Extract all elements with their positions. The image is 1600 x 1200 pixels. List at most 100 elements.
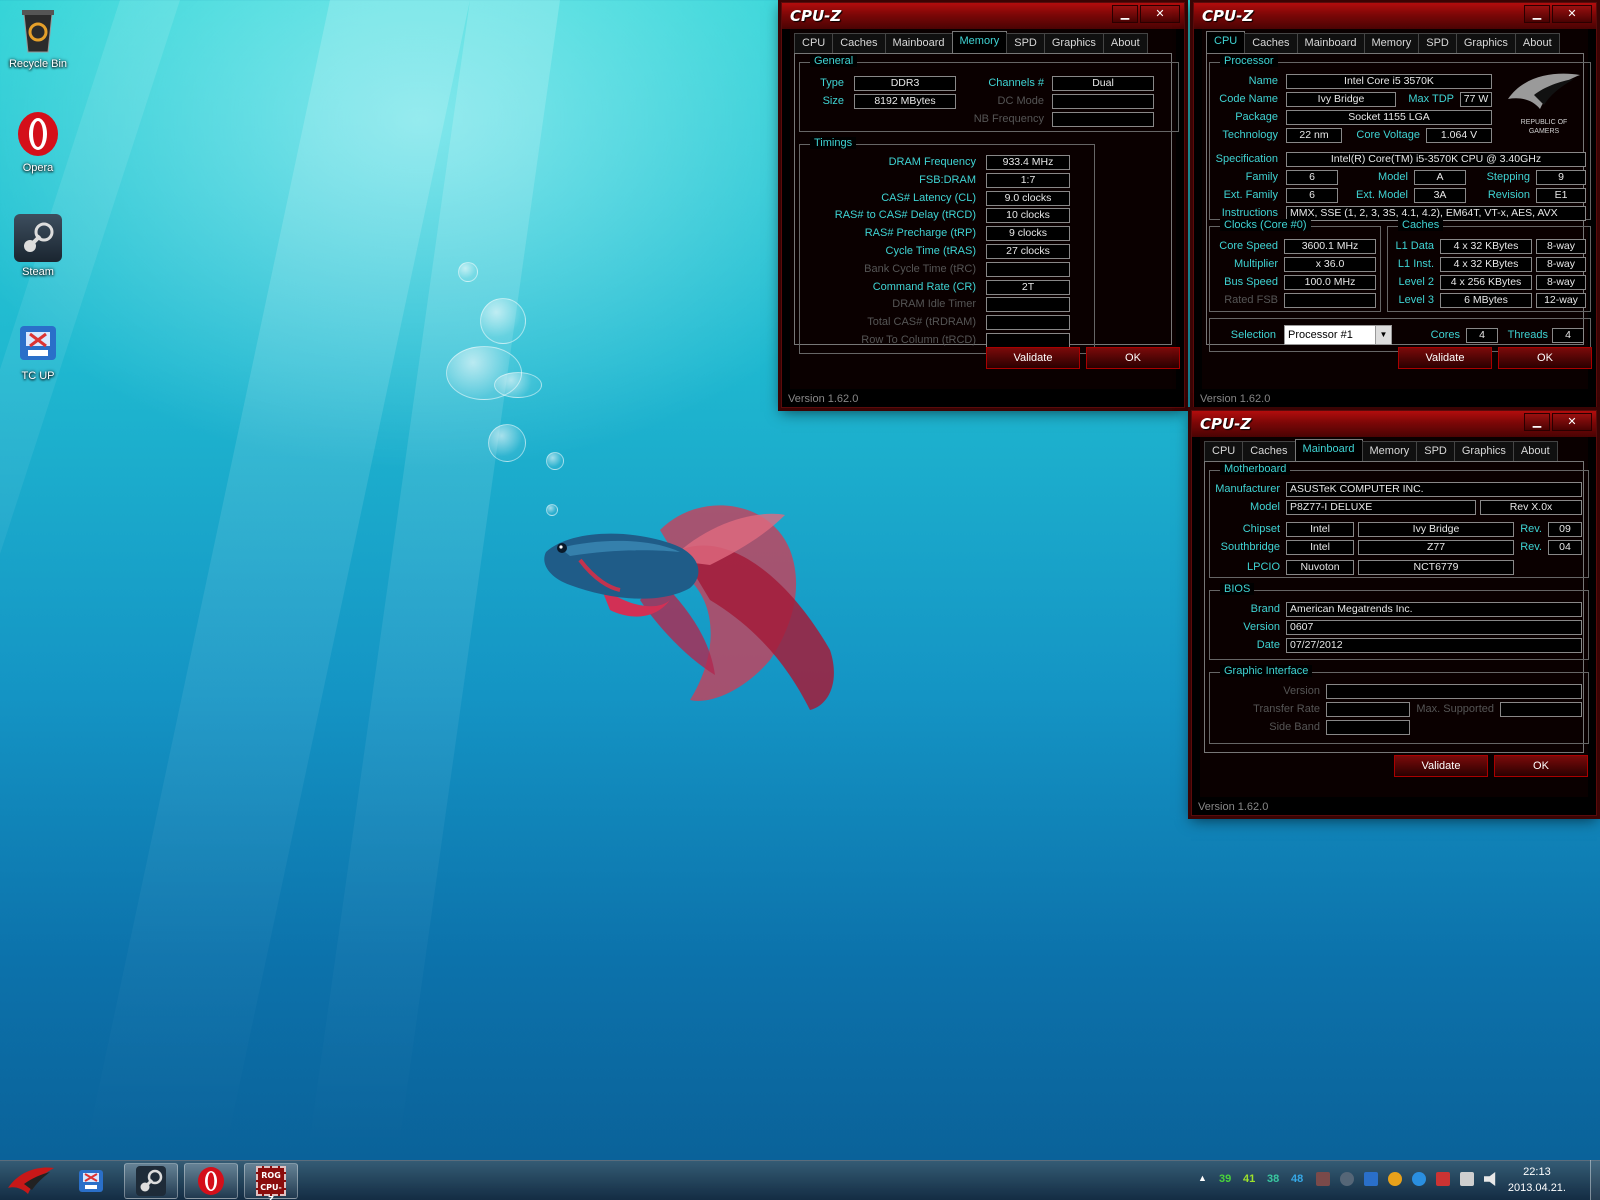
tray-steam-icon[interactable] bbox=[1340, 1172, 1354, 1186]
version-label: Version 1.62.0 bbox=[1200, 393, 1271, 405]
taskbar: ROG CPU-Z bbox=[0, 1160, 1600, 1200]
tray-temp-1[interactable]: 39 bbox=[1219, 1173, 1231, 1185]
tray-expand-icon[interactable]: ▲ bbox=[1198, 1173, 1207, 1183]
desktop-icon-opera[interactable]: Opera bbox=[4, 110, 72, 174]
tray-tc-up-icon[interactable] bbox=[1364, 1172, 1378, 1186]
tab-spd[interactable]: SPD bbox=[1416, 441, 1455, 461]
system-clock[interactable]: 22:13 2013.04.21. bbox=[1508, 1164, 1566, 1196]
group-title: General bbox=[810, 55, 858, 67]
desktop-icon-steam[interactable]: Steam bbox=[4, 214, 72, 278]
validate-button[interactable]: Validate bbox=[1398, 347, 1492, 369]
channels-label: Channels # bbox=[988, 77, 1044, 89]
processor-select[interactable]: Processor #1 ▼ bbox=[1284, 325, 1392, 345]
busspeed-value: 100.0 MHz bbox=[1284, 275, 1376, 290]
family-value: 6 bbox=[1286, 170, 1338, 185]
tray-temp-4[interactable]: 48 bbox=[1291, 1173, 1303, 1185]
l2-way: 8-way bbox=[1536, 275, 1586, 290]
steam-icon bbox=[14, 214, 62, 262]
tab-cpu[interactable]: CPU bbox=[1204, 441, 1244, 461]
desktop-icon-tc-up[interactable]: TC UP bbox=[4, 318, 72, 382]
taskbar-steam[interactable] bbox=[124, 1163, 178, 1199]
tab-bar: CPU Caches Mainboard Memory SPD Graphics… bbox=[1206, 31, 1560, 53]
tab-about[interactable]: About bbox=[1512, 441, 1558, 461]
taskbar-cpu-z[interactable]: ROG CPU-Z bbox=[244, 1163, 298, 1200]
close-button[interactable]: ✕ bbox=[1552, 5, 1592, 23]
group-title: Timings bbox=[810, 137, 857, 149]
close-button[interactable]: ✕ bbox=[1140, 5, 1180, 23]
title-bar[interactable]: CPU-Z ▁ ✕ bbox=[1192, 411, 1596, 437]
tab-graphics[interactable]: Graphics bbox=[1455, 33, 1516, 53]
tab-memory[interactable]: Memory bbox=[951, 31, 1008, 53]
tab-graphics[interactable]: Graphics bbox=[1453, 441, 1514, 461]
chipset-rev-value: 09 bbox=[1548, 522, 1582, 537]
timing-label: DRAM Frequency bbox=[888, 156, 976, 168]
tab-cpu[interactable]: CPU bbox=[794, 33, 834, 53]
chipset-value: Ivy Bridge bbox=[1358, 522, 1514, 537]
gi-transfer-value bbox=[1326, 702, 1410, 717]
minimize-button[interactable]: ▁ bbox=[1112, 5, 1138, 23]
l1inst-label: L1 Inst. bbox=[1397, 258, 1434, 270]
l1inst-way: 8-way bbox=[1536, 257, 1586, 272]
steam-icon bbox=[136, 1166, 166, 1196]
tab-memory[interactable]: Memory bbox=[1363, 33, 1420, 53]
title-bar[interactable]: CPU-Z ▁ ✕ bbox=[1194, 3, 1596, 29]
tray-app-icon[interactable] bbox=[1316, 1172, 1330, 1186]
tab-spd[interactable]: SPD bbox=[1006, 33, 1045, 53]
close-button[interactable]: ✕ bbox=[1552, 413, 1592, 431]
caches-group: Caches L1 Data 4 x 32 KBytes 8-way L1 In… bbox=[1387, 219, 1591, 312]
bubble bbox=[494, 372, 542, 398]
tab-caches[interactable]: Caches bbox=[1244, 33, 1298, 53]
tab-caches[interactable]: Caches bbox=[1242, 441, 1296, 461]
taskbar-opera[interactable] bbox=[184, 1163, 238, 1199]
ok-button[interactable]: OK bbox=[1494, 755, 1588, 777]
type-label: Type bbox=[820, 77, 844, 89]
rog-logo: REPUBLIC OF GAMERS bbox=[1502, 69, 1586, 139]
tab-mainboard[interactable]: Mainboard bbox=[884, 33, 953, 53]
validate-button[interactable]: Validate bbox=[986, 347, 1080, 369]
bios-group: BIOS Brand American Megatrends Inc. Vers… bbox=[1209, 583, 1589, 660]
show-desktop-button[interactable] bbox=[1590, 1160, 1600, 1200]
cores-label: Cores bbox=[1430, 329, 1460, 341]
tab-cpu[interactable]: CPU bbox=[1206, 31, 1246, 53]
multiplier-value: x 36.0 bbox=[1284, 257, 1376, 272]
start-button[interactable] bbox=[4, 1163, 58, 1199]
tray-power-icon[interactable] bbox=[1412, 1172, 1426, 1186]
timing-label: Row To Column (tRCD) bbox=[861, 334, 976, 346]
tab-graphics[interactable]: Graphics bbox=[1043, 33, 1104, 53]
minimize-button[interactable]: ▁ bbox=[1524, 413, 1550, 431]
package-value: Socket 1155 LGA bbox=[1286, 110, 1492, 125]
cpuz-window-cpu[interactable]: CPU-Z ▁ ✕ CPU Caches Mainboard Memory SP… bbox=[1193, 2, 1597, 408]
tray-network-icon[interactable] bbox=[1460, 1172, 1474, 1186]
title-bar[interactable]: CPU-Z ▁ ✕ bbox=[782, 3, 1184, 29]
tab-memory[interactable]: Memory bbox=[1361, 441, 1418, 461]
rog-start-icon bbox=[8, 1167, 54, 1194]
gi-sideband-label: Side Band bbox=[1269, 721, 1320, 733]
taskbar-tc-up[interactable] bbox=[64, 1163, 118, 1199]
tab-mainboard[interactable]: Mainboard bbox=[1294, 439, 1363, 461]
timing-value: 2T bbox=[986, 279, 1070, 295]
l2-value: 4 x 256 KBytes bbox=[1440, 275, 1532, 290]
channels-value: Dual bbox=[1052, 76, 1154, 91]
ok-button[interactable]: OK bbox=[1086, 347, 1180, 369]
cpuz-window-mainboard[interactable]: CPU-Z ▁ ✕ CPU Caches Mainboard Memory SP… bbox=[1191, 410, 1597, 816]
tab-spd[interactable]: SPD bbox=[1418, 33, 1457, 53]
group-title: Motherboard bbox=[1220, 463, 1291, 475]
tray-play-icon[interactable] bbox=[1388, 1172, 1402, 1186]
tab-caches[interactable]: Caches bbox=[832, 33, 886, 53]
cpu-z-icon: ROG CPU-Z bbox=[256, 1166, 286, 1200]
tab-about[interactable]: About bbox=[1514, 33, 1560, 53]
tab-about[interactable]: About bbox=[1102, 33, 1148, 53]
validate-button[interactable]: Validate bbox=[1394, 755, 1488, 777]
cpuz-window-memory[interactable]: CPU-Z ▁ ✕ CPU Caches Mainboard Memory SP… bbox=[781, 2, 1185, 408]
bios-version-label: Version bbox=[1243, 621, 1280, 633]
tray-flag-icon[interactable] bbox=[1436, 1172, 1450, 1186]
ok-button[interactable]: OK bbox=[1498, 347, 1592, 369]
timing-label: Command Rate (CR) bbox=[872, 280, 976, 293]
tab-mainboard[interactable]: Mainboard bbox=[1296, 33, 1365, 53]
dcmode-value bbox=[1052, 94, 1154, 109]
desktop-icon-recycle-bin[interactable]: Recycle Bin bbox=[4, 6, 72, 70]
tray-temp-2[interactable]: 41 bbox=[1243, 1173, 1255, 1185]
minimize-button[interactable]: ▁ bbox=[1524, 5, 1550, 23]
southbridge-rev-label: Rev. bbox=[1520, 541, 1542, 553]
tray-temp-3[interactable]: 38 bbox=[1267, 1173, 1279, 1185]
